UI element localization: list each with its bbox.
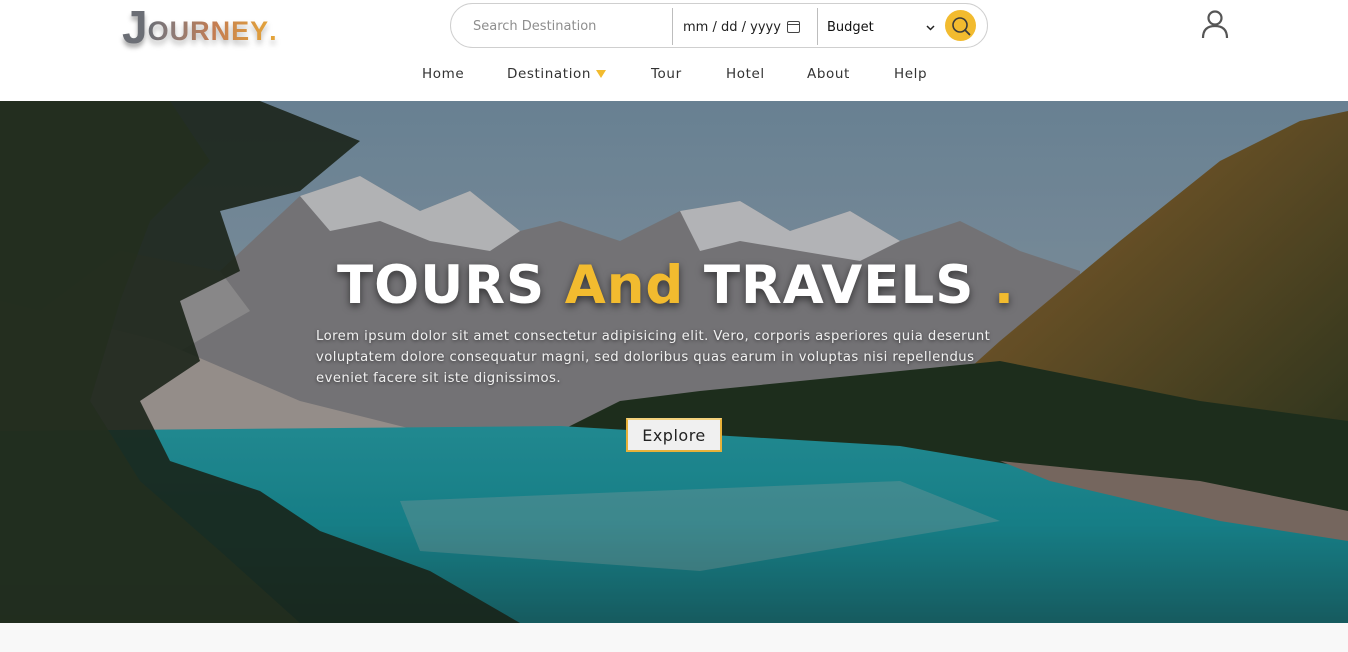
logo-letter-j: J [122, 1, 148, 53]
logo-dot: . [269, 16, 278, 46]
search-destination-input[interactable] [473, 16, 663, 36]
main-nav: Home Destination Tour Hotel About Help [0, 66, 1348, 86]
logo[interactable]: J OURNEY . [122, 2, 278, 50]
explore-button[interactable]: Explore [626, 418, 722, 452]
search-divider [817, 8, 818, 45]
hero-title: TOURS And TRAVELS . [0, 255, 1348, 316]
hero-title-part2: TRAVELS [703, 255, 975, 316]
search-icon [951, 16, 970, 35]
user-icon[interactable] [1199, 8, 1231, 40]
next-section [0, 623, 1348, 652]
search-bar: mm / dd / yyyy Budget [450, 3, 988, 48]
search-button[interactable] [945, 10, 976, 41]
hero-description: Lorem ipsum dolor sit amet consectetur a… [316, 329, 991, 386]
nav-item-about[interactable]: About [807, 66, 850, 82]
caret-down-icon[interactable] [596, 70, 606, 78]
hero-title-accent: And [564, 255, 685, 316]
nav-item-home[interactable]: Home [422, 66, 464, 82]
date-placeholder: mm / dd / yyyy [683, 19, 781, 35]
hero-banner: TOURS And TRAVELS . Lorem ipsum dolor si… [0, 101, 1348, 623]
nav-item-destination[interactable]: Destination [507, 66, 591, 82]
chevron-down-icon [926, 21, 935, 34]
nav-item-tour[interactable]: Tour [651, 66, 682, 82]
budget-select-value: Budget [827, 19, 874, 35]
hero-title-dot: . [993, 255, 1015, 316]
nav-item-help[interactable]: Help [894, 66, 927, 82]
nav-item-hotel[interactable]: Hotel [726, 66, 765, 82]
hero-title-part1: TOURS [337, 255, 546, 316]
calendar-icon[interactable] [786, 21, 800, 33]
date-input[interactable]: mm / dd / yyyy [683, 17, 800, 37]
search-divider [672, 8, 673, 45]
site-header: J OURNEY . mm / dd / yyyy Budget Home [0, 0, 1348, 101]
budget-select[interactable]: Budget [827, 17, 935, 37]
logo-wordmark: OURNEY [147, 16, 270, 46]
